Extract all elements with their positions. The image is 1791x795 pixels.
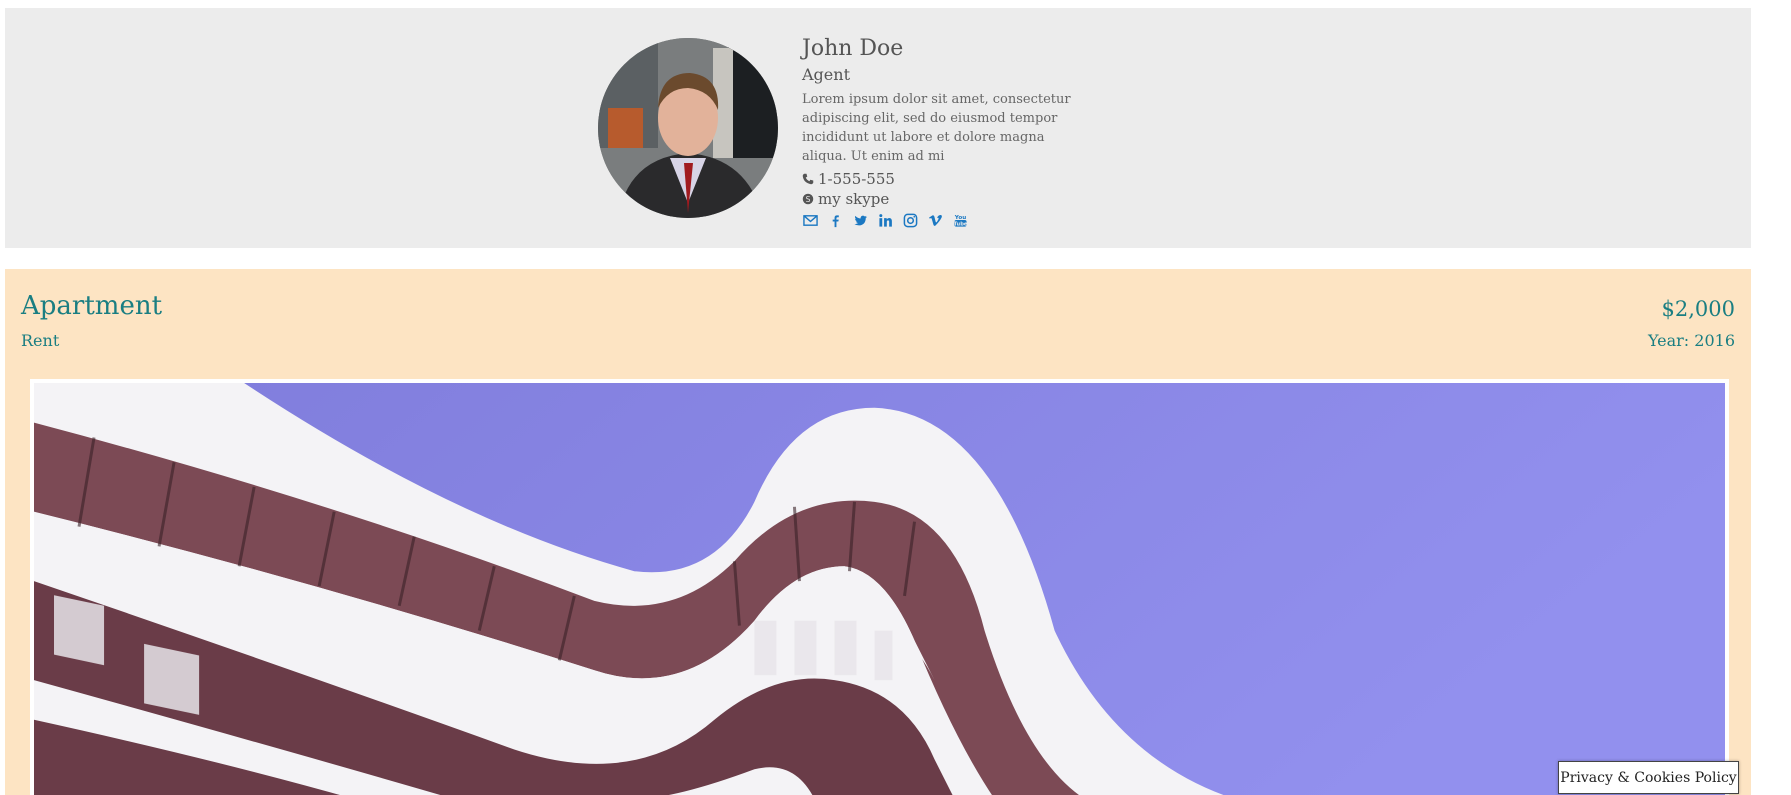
property-title[interactable]: Apartment bbox=[21, 291, 162, 321]
twitter-icon[interactable] bbox=[852, 211, 869, 229]
agent-name: John Doe bbox=[802, 36, 904, 61]
property-year: Year: 2016 bbox=[1647, 331, 1735, 350]
agent-skype-text: my skype bbox=[818, 190, 890, 208]
property-photo[interactable] bbox=[34, 383, 1725, 795]
skype-icon: S bbox=[802, 193, 814, 205]
phone-icon bbox=[802, 173, 814, 185]
social-links: You Tube bbox=[802, 211, 1092, 229]
property-photo-frame[interactable] bbox=[30, 379, 1729, 795]
linkedin-icon[interactable] bbox=[877, 211, 894, 229]
property-type: Rent bbox=[21, 331, 60, 350]
svg-text:Tube: Tube bbox=[954, 221, 968, 227]
svg-text:S: S bbox=[806, 195, 811, 204]
agent-description: Lorem ipsum dolor sit amet, consectetur … bbox=[802, 92, 1071, 164]
vimeo-icon[interactable] bbox=[927, 211, 944, 229]
privacy-cookies-policy-button[interactable]: Privacy & Cookies Policy bbox=[1558, 761, 1739, 794]
agent-info: John Doe Agent Lorem ipsum dolor sit ame… bbox=[802, 34, 1092, 229]
property-price: $2,000 bbox=[1661, 297, 1735, 321]
property-card: Apartment Rent $2,000 Year: 2016 bbox=[5, 269, 1751, 795]
agent-role: Agent bbox=[802, 65, 850, 84]
youtube-icon[interactable]: You Tube bbox=[952, 211, 969, 229]
agent-phone[interactable]: 1-555-555 bbox=[802, 169, 1092, 189]
facebook-icon[interactable] bbox=[827, 211, 844, 229]
agent-skype[interactable]: S my skype bbox=[802, 189, 1092, 209]
envelope-icon[interactable] bbox=[802, 211, 819, 229]
agent-phone-text: 1-555-555 bbox=[818, 170, 895, 188]
agent-card: John Doe Agent Lorem ipsum dolor sit ame… bbox=[5, 8, 1751, 248]
agent-avatar bbox=[598, 38, 778, 218]
instagram-icon[interactable] bbox=[902, 211, 919, 229]
